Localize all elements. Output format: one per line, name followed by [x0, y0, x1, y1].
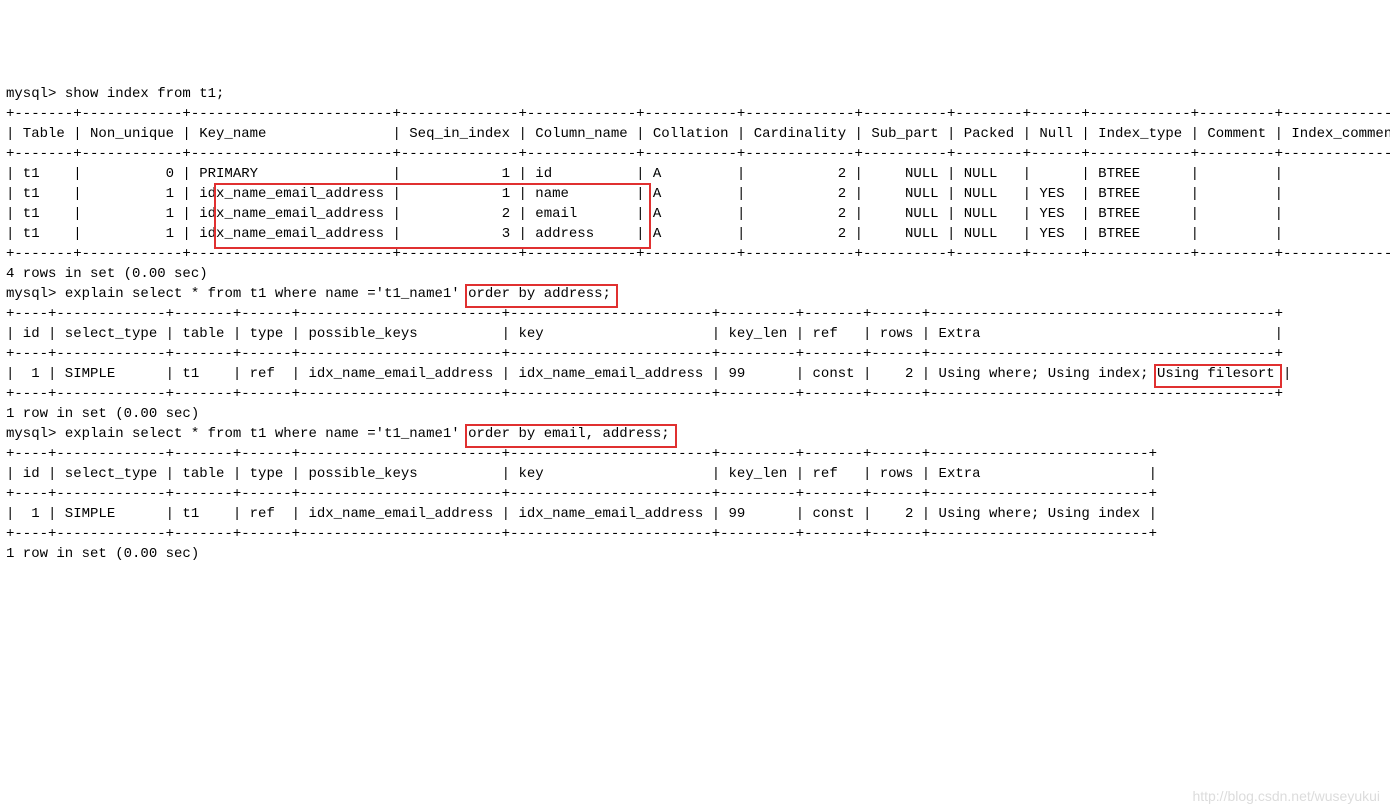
terminal-line: +----+-------------+-------+------+-----…: [6, 304, 1384, 324]
terminal-line: +----+-------------+-------+------+-----…: [6, 344, 1384, 364]
terminal-line: mysql> show index from t1;: [6, 84, 1384, 104]
terminal-line: | t1 | 0 | PRIMARY | 1 | id | A | 2 | NU…: [6, 164, 1384, 184]
terminal-line: 4 rows in set (0.00 sec): [6, 264, 1384, 284]
terminal-line: | t1 | 1 | idx_name_email_address | 3 | …: [6, 224, 1384, 244]
terminal-line: | id | select_type | table | type | poss…: [6, 324, 1384, 344]
terminal-line: 1 row in set (0.00 sec): [6, 404, 1384, 424]
terminal-line: mysql> explain select * from t1 where na…: [6, 284, 1384, 304]
terminal-line: | id | select_type | table | type | poss…: [6, 464, 1384, 484]
terminal-line: +----+-------------+-------+------+-----…: [6, 444, 1384, 464]
watermark: http://blog.csdn.net/wuseyukui: [1192, 786, 1380, 806]
terminal-line: +-------+------------+------------------…: [6, 244, 1384, 264]
terminal-line: +-------+------------+------------------…: [6, 144, 1384, 164]
terminal-line: mysql> explain select * from t1 where na…: [6, 424, 1384, 444]
terminal-line: | t1 | 1 | idx_name_email_address | 2 | …: [6, 204, 1384, 224]
terminal-line: | t1 | 1 | idx_name_email_address | 1 | …: [6, 184, 1384, 204]
terminal-line: | Table | Non_unique | Key_name | Seq_in…: [6, 124, 1384, 144]
terminal-line: | 1 | SIMPLE | t1 | ref | idx_name_email…: [6, 504, 1384, 524]
terminal-line: | 1 | SIMPLE | t1 | ref | idx_name_email…: [6, 364, 1384, 384]
terminal-line: +----+-------------+-------+------+-----…: [6, 524, 1384, 544]
terminal-line: 1 row in set (0.00 sec): [6, 544, 1384, 564]
terminal-line: +-------+------------+------------------…: [6, 104, 1384, 124]
terminal-output: mysql> show index from t1;+-------+-----…: [6, 84, 1384, 564]
terminal-line: +----+-------------+-------+------+-----…: [6, 384, 1384, 404]
terminal-line: +----+-------------+-------+------+-----…: [6, 484, 1384, 504]
